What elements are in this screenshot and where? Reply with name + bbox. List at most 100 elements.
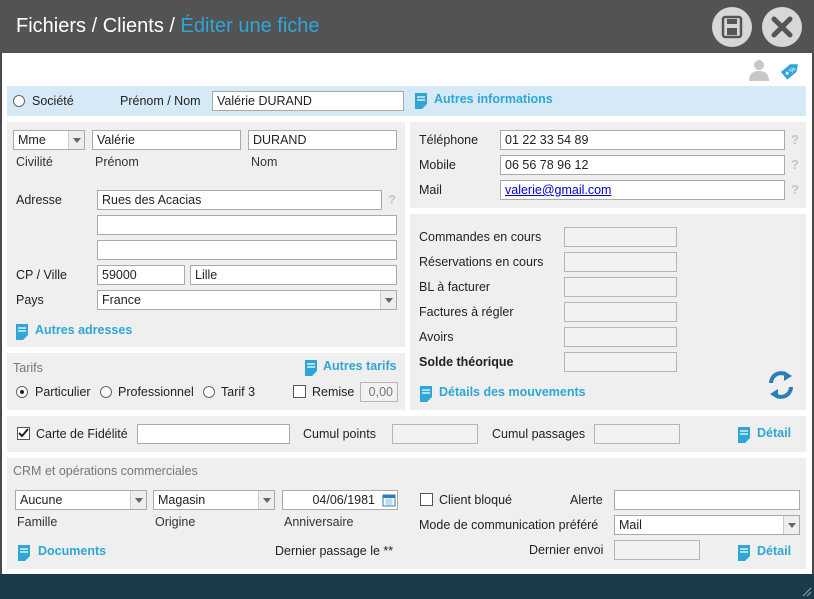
- documents-link[interactable]: Documents: [38, 544, 106, 558]
- societe-radio[interactable]: [13, 95, 25, 107]
- breadcrumb-current: Éditer une fiche: [180, 15, 320, 37]
- document-icon: [738, 545, 750, 561]
- origine-label: Origine: [155, 515, 196, 529]
- carte-fidelite-label: Carte de Fidélité: [36, 427, 128, 441]
- tarif3-label: Tarif 3: [221, 385, 256, 399]
- telephone-label: Téléphone: [419, 133, 479, 147]
- famille-value: Aucune: [20, 493, 63, 507]
- details-mouvements-link[interactable]: Détails des mouvements: [439, 385, 586, 399]
- pays-select[interactable]: France: [97, 290, 397, 310]
- footer-bar: [0, 574, 814, 599]
- discount-tag-icon[interactable]: %: [778, 57, 804, 83]
- commandes-field: [564, 227, 677, 247]
- anniversaire-label: Anniversaire: [284, 515, 354, 529]
- prenom-nom-field[interactable]: Valérie DURAND: [212, 91, 404, 111]
- particulier-label: Particulier: [35, 385, 91, 399]
- origine-select[interactable]: Magasin: [153, 490, 275, 510]
- resize-grip-icon[interactable]: [800, 585, 812, 597]
- remise-field: 0,00: [360, 382, 398, 402]
- close-button[interactable]: [762, 7, 802, 47]
- avoirs-label: Avoirs: [419, 330, 454, 344]
- solde-label: Solde théorique: [419, 355, 514, 369]
- anniversaire-field[interactable]: 04/06/1981: [282, 490, 398, 510]
- alerte-label: Alerte: [570, 493, 603, 507]
- mobile-label: Mobile: [419, 158, 456, 172]
- chevron-down-icon: [130, 491, 146, 509]
- factures-label: Factures à régler: [419, 305, 514, 319]
- mode-communication-label: Mode de communication préféré: [419, 518, 599, 532]
- tarifs-title: Tarifs: [13, 361, 43, 375]
- mail-link[interactable]: valerie@gmail.com: [505, 183, 611, 197]
- refresh-icon[interactable]: [766, 368, 796, 402]
- nom-field[interactable]: DURAND: [248, 130, 397, 150]
- autres-informations-link[interactable]: Autres informations: [434, 92, 553, 106]
- reservations-field: [564, 252, 677, 272]
- help-icon[interactable]: ?: [791, 182, 799, 197]
- help-icon[interactable]: ?: [388, 192, 396, 207]
- document-icon: [16, 324, 28, 340]
- pays-label: Pays: [16, 293, 44, 307]
- page-title: Fichiers / Clients / Éditer une fiche: [16, 15, 320, 38]
- cumul-points-label: Cumul points: [303, 427, 376, 441]
- breadcrumb-clients[interactable]: Clients: [103, 15, 164, 37]
- autres-tarifs-link[interactable]: Autres tarifs: [323, 359, 397, 373]
- alerte-field[interactable]: [614, 490, 800, 510]
- adresse-line3-field[interactable]: [97, 240, 397, 260]
- chevron-down-icon: [380, 291, 396, 309]
- calendar-icon[interactable]: [382, 493, 396, 507]
- close-icon: [771, 16, 793, 38]
- tarif3-radio[interactable]: [203, 386, 215, 398]
- mobile-field[interactable]: 06 56 78 96 12: [500, 155, 785, 175]
- cp-ville-label: CP / Ville: [16, 268, 67, 282]
- cp-field[interactable]: 59000: [97, 265, 185, 285]
- carte-fidelite-field[interactable]: [137, 424, 290, 444]
- telephone-field[interactable]: 01 22 33 54 89: [500, 130, 785, 150]
- document-icon: [415, 93, 427, 109]
- societe-label: Société: [32, 94, 74, 108]
- adresse-line2-field[interactable]: [97, 215, 397, 235]
- checkmark-icon: [18, 428, 29, 438]
- adresse-line1-field[interactable]: Rues des Acacias: [97, 190, 382, 210]
- particulier-radio[interactable]: [16, 386, 28, 398]
- remise-checkbox[interactable]: [293, 385, 306, 398]
- help-icon[interactable]: ?: [791, 132, 799, 147]
- carte-fidelite-checkbox[interactable]: [17, 427, 30, 440]
- save-icon: [721, 15, 743, 39]
- reservations-label: Réservations en cours: [419, 255, 544, 269]
- nom-label: Nom: [251, 155, 278, 169]
- breadcrumb-fichiers[interactable]: Fichiers: [16, 15, 86, 37]
- civilite-select[interactable]: Mme: [13, 130, 85, 150]
- client-bloque-checkbox[interactable]: [420, 493, 433, 506]
- factures-field: [564, 302, 677, 322]
- cumul-passages-field: [594, 424, 680, 444]
- client-bloque-label: Client bloqué: [439, 493, 512, 507]
- prenom-label: Prénom: [95, 155, 139, 169]
- famille-label: Famille: [17, 515, 58, 529]
- remise-label: Remise: [312, 385, 355, 399]
- dernier-envoi-field: [614, 540, 700, 560]
- civilite-label: Civilité: [16, 155, 53, 169]
- help-icon[interactable]: ?: [791, 157, 799, 172]
- prenom-field[interactable]: Valérie: [92, 130, 241, 150]
- breadcrumb-separator: /: [169, 15, 175, 37]
- bl-field: [564, 277, 677, 297]
- person-icon[interactable]: [748, 58, 770, 82]
- solde-field: [564, 352, 677, 372]
- famille-select[interactable]: Aucune: [15, 490, 147, 510]
- fidelite-detail-link[interactable]: Détail: [757, 426, 791, 440]
- cumul-passages-label: Cumul passages: [492, 427, 586, 441]
- autres-adresses-link[interactable]: Autres adresses: [35, 323, 132, 337]
- professionnel-radio[interactable]: [100, 386, 112, 398]
- origine-value: Magasin: [158, 493, 206, 507]
- mode-communication-select[interactable]: Mail: [614, 515, 800, 535]
- commandes-label: Commandes en cours: [419, 230, 542, 244]
- document-icon: [420, 386, 432, 402]
- professionnel-label: Professionnel: [118, 385, 194, 399]
- save-button[interactable]: [712, 7, 752, 47]
- crm-detail-link[interactable]: Détail: [757, 544, 791, 558]
- crm-title: CRM et opérations commerciales: [13, 464, 198, 478]
- ville-field[interactable]: Lille: [190, 265, 397, 285]
- chevron-down-icon: [783, 516, 799, 534]
- mail-field[interactable]: valerie@gmail.com: [500, 180, 785, 200]
- avoirs-field: [564, 327, 677, 347]
